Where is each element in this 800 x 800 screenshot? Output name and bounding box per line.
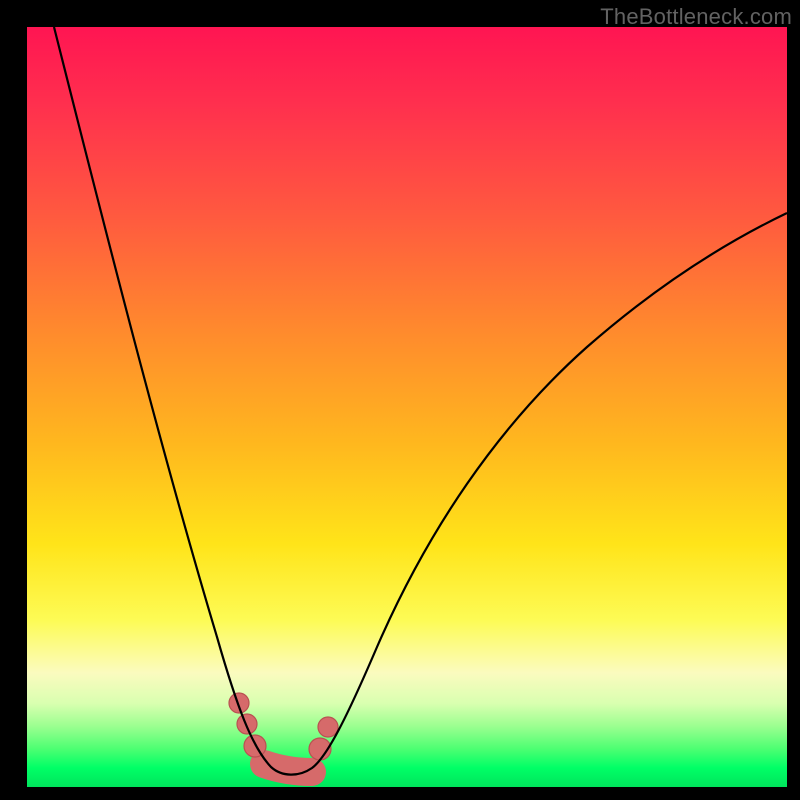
chart-stage: TheBottleneck.com	[0, 0, 800, 800]
bottleneck-curve	[54, 27, 787, 775]
marker-dot	[318, 717, 338, 737]
marker-dot	[237, 714, 257, 734]
plot-area	[27, 27, 787, 787]
curve-layer	[27, 27, 787, 787]
marker-dot	[229, 693, 249, 713]
